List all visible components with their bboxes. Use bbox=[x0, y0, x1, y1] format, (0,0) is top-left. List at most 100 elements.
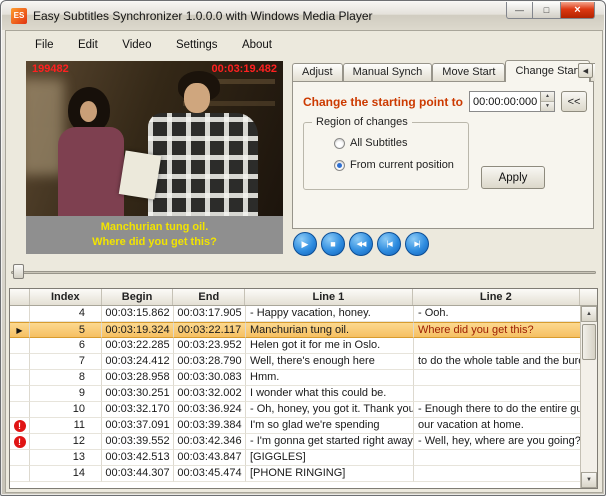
radio-label[interactable]: All Subtitles bbox=[350, 137, 407, 149]
tab-scroll-left-button[interactable]: ◀ bbox=[578, 63, 593, 78]
tab-move-start[interactable]: Move Start bbox=[432, 63, 506, 81]
cell-line2[interactable]: to do the whole table and the bureau. bbox=[414, 354, 582, 370]
cell-begin[interactable]: 00:03:39.552 bbox=[102, 434, 174, 450]
table-row-selected[interactable]: ▶ 5 00:03:19.324 00:03:22.117 Manchurian… bbox=[10, 322, 582, 338]
rewind-button[interactable]: ◀◀ bbox=[349, 232, 373, 256]
cell-line2[interactable] bbox=[414, 466, 582, 482]
cell-line2[interactable]: Where did you get this? bbox=[414, 322, 582, 338]
cell-index[interactable]: 10 bbox=[30, 402, 102, 418]
table-row[interactable]: 10 00:03:32.170 00:03:36.924 - Oh, honey… bbox=[10, 402, 582, 418]
header-index[interactable]: Index bbox=[30, 289, 102, 305]
cell-index[interactable]: 7 bbox=[30, 354, 102, 370]
stop-button[interactable]: ■ bbox=[321, 232, 345, 256]
minimize-button[interactable]: — bbox=[506, 2, 533, 19]
cell-begin[interactable]: 00:03:32.170 bbox=[102, 402, 174, 418]
scroll-down-button[interactable]: ▼ bbox=[581, 472, 597, 488]
table-row-error[interactable]: ! 12 00:03:39.552 00:03:42.346 - I'm gon… bbox=[10, 434, 582, 450]
cell-index[interactable]: 11 bbox=[30, 418, 102, 434]
table-row-error[interactable]: ! 11 00:03:37.091 00:03:39.384 I'm so gl… bbox=[10, 418, 582, 434]
cell-line2[interactable]: - Enough there to do the entire guest r bbox=[414, 402, 582, 418]
apply-button[interactable]: Apply bbox=[481, 166, 545, 189]
cell-line1[interactable]: Well, there's enough here bbox=[246, 354, 414, 370]
table-row[interactable]: 4 00:03:15.862 00:03:17.905 - Happy vaca… bbox=[10, 306, 582, 322]
cell-begin[interactable]: 00:03:28.958 bbox=[102, 370, 174, 386]
cell-line1[interactable]: - Oh, honey, you got it. Thank you. bbox=[246, 402, 414, 418]
slider-track[interactable] bbox=[11, 271, 596, 274]
table-row[interactable]: 9 00:03:30.251 00:03:32.002 I wonder wha… bbox=[10, 386, 582, 402]
cell-index[interactable]: 12 bbox=[30, 434, 102, 450]
tab-manual-synch[interactable]: Manual Synch bbox=[342, 63, 433, 81]
spin-down-button[interactable]: ▼ bbox=[541, 101, 554, 111]
header-line1[interactable]: Line 1 bbox=[245, 289, 413, 305]
cell-index[interactable]: 8 bbox=[30, 370, 102, 386]
seek-slider[interactable] bbox=[9, 263, 598, 281]
menu-video[interactable]: Video bbox=[112, 34, 161, 56]
title-bar[interactable]: ES Easy Subtitles Synchronizer 1.0.0.0 w… bbox=[2, 2, 604, 30]
header-line2[interactable]: Line 2 bbox=[413, 289, 581, 305]
cell-end[interactable]: 00:03:32.002 bbox=[174, 386, 246, 402]
table-row[interactable]: 6 00:03:22.285 00:03:23.952 Helen got it… bbox=[10, 338, 582, 354]
cell-index[interactable]: 5 bbox=[30, 322, 102, 338]
cell-line1[interactable]: [PHONE RINGING] bbox=[246, 466, 414, 482]
cell-index[interactable]: 6 bbox=[30, 338, 102, 354]
cell-line1[interactable]: Hmm. bbox=[246, 370, 414, 386]
play-button[interactable]: ▶ bbox=[293, 232, 317, 256]
skip-forward-button[interactable]: ▶| bbox=[405, 232, 429, 256]
grid-scrollbar[interactable]: ▲ ▼ bbox=[580, 306, 597, 488]
cell-begin[interactable]: 00:03:22.285 bbox=[102, 338, 174, 354]
cell-index[interactable]: 9 bbox=[30, 386, 102, 402]
header-begin[interactable]: Begin bbox=[102, 289, 174, 305]
cell-end[interactable]: 00:03:22.117 bbox=[174, 322, 246, 338]
menu-settings[interactable]: Settings bbox=[166, 34, 228, 56]
cell-line2[interactable] bbox=[414, 370, 582, 386]
cell-end[interactable]: 00:03:17.905 bbox=[174, 306, 246, 322]
radio-all-subtitles[interactable]: All Subtitles bbox=[334, 137, 407, 149]
cell-line1[interactable]: I'm so glad we're spending bbox=[246, 418, 414, 434]
scroll-up-button[interactable]: ▲ bbox=[581, 306, 597, 322]
header-end[interactable]: End bbox=[173, 289, 246, 305]
scrollbar-thumb[interactable] bbox=[582, 324, 596, 360]
table-row[interactable]: 8 00:03:28.958 00:03:30.083 Hmm. bbox=[10, 370, 582, 386]
cell-end[interactable]: 00:03:30.083 bbox=[174, 370, 246, 386]
cell-line1[interactable]: - Happy vacation, honey. bbox=[246, 306, 414, 322]
start-time-input[interactable] bbox=[470, 92, 540, 111]
maximize-button[interactable]: □ bbox=[533, 2, 560, 19]
cell-end[interactable]: 00:03:36.924 bbox=[174, 402, 246, 418]
cell-index[interactable]: 14 bbox=[30, 466, 102, 482]
cell-begin[interactable]: 00:03:44.307 bbox=[102, 466, 174, 482]
skip-back-button[interactable]: |◀ bbox=[377, 232, 401, 256]
cell-line2[interactable]: our vacation at home. bbox=[414, 418, 582, 434]
cell-end[interactable]: 00:03:23.952 bbox=[174, 338, 246, 354]
spin-up-button[interactable]: ▲ bbox=[541, 92, 554, 102]
tab-adjust[interactable]: Adjust bbox=[292, 63, 343, 81]
cell-line1[interactable]: Helen got it for me in Oslo. bbox=[246, 338, 414, 354]
cell-line1[interactable]: [GIGGLES] bbox=[246, 450, 414, 466]
cell-begin[interactable]: 00:03:19.324 bbox=[102, 322, 174, 338]
table-row[interactable]: 7 00:03:24.412 00:03:28.790 Well, there'… bbox=[10, 354, 582, 370]
radio-button-icon-checked[interactable] bbox=[334, 159, 345, 171]
cell-end[interactable]: 00:03:43.847 bbox=[174, 450, 246, 466]
cell-line2[interactable] bbox=[414, 386, 582, 402]
radio-from-current-position[interactable]: From current position bbox=[334, 159, 454, 171]
cell-line1[interactable]: I wonder what this could be. bbox=[246, 386, 414, 402]
cell-begin[interactable]: 00:03:30.251 bbox=[102, 386, 174, 402]
cell-end[interactable]: 00:03:39.384 bbox=[174, 418, 246, 434]
cell-index[interactable]: 4 bbox=[30, 306, 102, 322]
cell-begin[interactable]: 00:03:42.513 bbox=[102, 450, 174, 466]
copy-current-time-button[interactable]: << bbox=[561, 91, 587, 112]
close-button[interactable]: × bbox=[560, 2, 595, 19]
cell-line2[interactable] bbox=[414, 450, 582, 466]
cell-end[interactable]: 00:03:45.474 bbox=[174, 466, 246, 482]
cell-end[interactable]: 00:03:42.346 bbox=[174, 434, 246, 450]
radio-button-icon[interactable] bbox=[334, 137, 345, 149]
table-row[interactable]: 13 00:03:42.513 00:03:43.847 [GIGGLES] bbox=[10, 450, 582, 466]
table-row[interactable]: 14 00:03:44.307 00:03:45.474 [PHONE RING… bbox=[10, 466, 582, 482]
cell-line1[interactable]: Manchurian tung oil. bbox=[246, 322, 414, 338]
cell-line1[interactable]: - I'm gonna get started right away. bbox=[246, 434, 414, 450]
slider-thumb[interactable] bbox=[13, 264, 24, 279]
cell-begin[interactable]: 00:03:37.091 bbox=[102, 418, 174, 434]
menu-edit[interactable]: Edit bbox=[68, 34, 108, 56]
menu-about[interactable]: About bbox=[232, 34, 282, 56]
radio-label[interactable]: From current position bbox=[350, 159, 454, 171]
menu-file[interactable]: File bbox=[25, 34, 64, 56]
